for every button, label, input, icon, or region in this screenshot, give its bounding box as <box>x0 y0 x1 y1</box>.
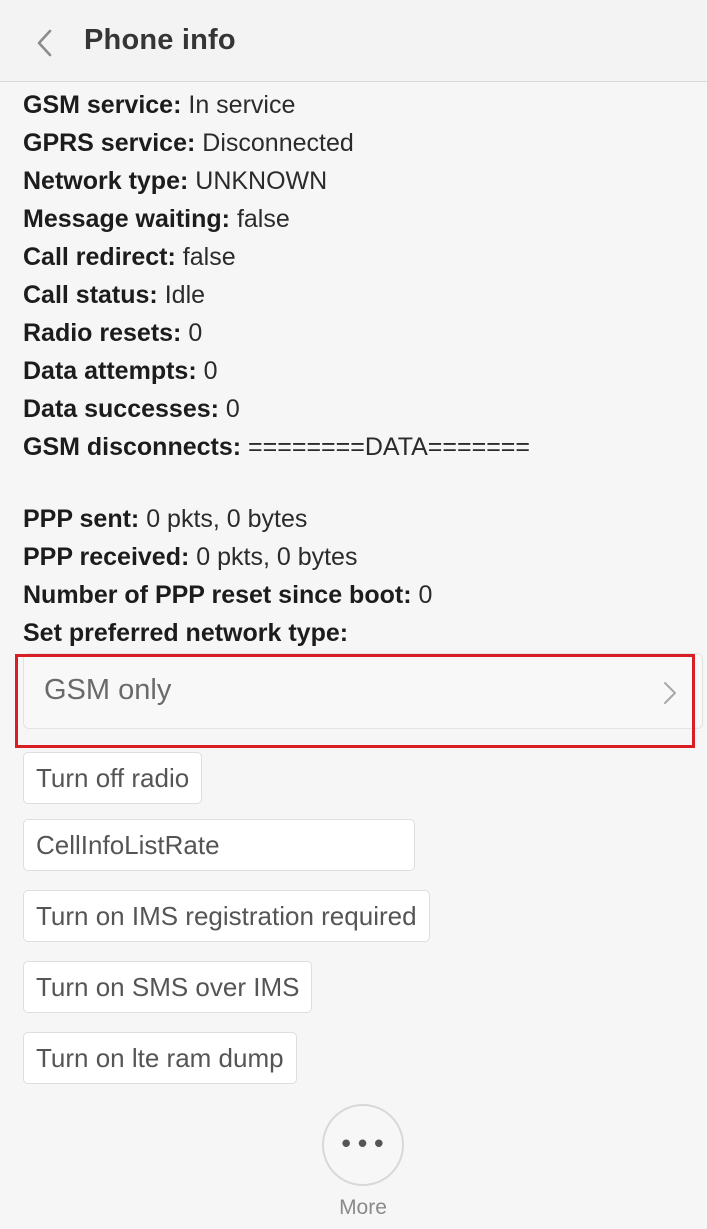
info-label: Network type: <box>23 167 189 195</box>
info-value: false <box>236 205 290 233</box>
info-label: Set preferred network type: <box>23 619 349 647</box>
info-value: Disconnected <box>202 129 354 157</box>
info-value: Idle <box>164 281 206 309</box>
info-row-data-successes: Data successes: 0 <box>23 390 703 428</box>
sms-over-ims-button[interactable]: Turn on SMS over IMS <box>23 961 313 1013</box>
info-row-call-status: Call status: Idle <box>23 276 703 314</box>
info-value: UNKNOWN <box>195 167 328 195</box>
title-bar: Phone info <box>0 0 707 82</box>
info-row-gsm-service: GSM service: In service <box>23 86 703 124</box>
info-value: 0 <box>418 581 433 609</box>
info-label: PPP sent: <box>23 505 140 533</box>
cell-info-list-rate-button[interactable]: CellInfoListRate <box>23 819 415 871</box>
info-label: GSM service: <box>23 91 182 119</box>
info-row-radio-resets: Radio resets: 0 <box>23 314 703 352</box>
phone-info-list: GSM service: In service GPRS service: Di… <box>23 86 703 652</box>
info-row-data-attempts: Data attempts: 0 <box>23 352 703 390</box>
back-arrow-icon[interactable] <box>30 26 60 60</box>
info-row-ppp-reset-count: Number of PPP reset since boot: 0 <box>23 576 703 614</box>
info-row-preferred-network-label: Set preferred network type: <box>23 614 703 652</box>
info-row-ppp-received: PPP received: 0 pkts, 0 bytes <box>23 538 703 576</box>
info-label: Data successes: <box>23 395 219 423</box>
more-button[interactable]: ••• <box>322 1104 404 1186</box>
info-value: In service <box>188 91 296 119</box>
selection-highlight-box <box>15 654 695 748</box>
info-value: 0 <box>225 395 240 423</box>
info-label: PPP received: <box>23 543 190 571</box>
more-label: More <box>339 1196 387 1219</box>
info-row-message-waiting: Message waiting: false <box>23 200 703 238</box>
info-value: false <box>182 243 236 271</box>
info-value: ========DATA======= <box>248 433 531 461</box>
info-row-ppp-sent: PPP sent: 0 pkts, 0 bytes <box>23 500 703 538</box>
info-row-network-type: Network type: UNKNOWN <box>23 162 703 200</box>
info-label: Number of PPP reset since boot: <box>23 581 412 609</box>
info-label: Call redirect: <box>23 243 176 271</box>
info-label: Radio resets: <box>23 319 182 347</box>
info-label: GPRS service: <box>23 129 196 157</box>
info-value: 0 pkts, 0 bytes <box>146 505 308 533</box>
info-row-gsm-disconnects: GSM disconnects: ========DATA======= <box>23 428 703 466</box>
ims-registration-button[interactable]: Turn on IMS registration required <box>23 890 430 942</box>
info-row-call-redirect: Call redirect: false <box>23 238 703 276</box>
info-label: Message waiting: <box>23 205 230 233</box>
info-label: Data attempts: <box>23 357 197 385</box>
info-label: GSM disconnects: <box>23 433 242 461</box>
more-dots-icon: ••• <box>338 1130 388 1160</box>
phone-info-screen: Phone info GSM service: In service GPRS … <box>0 0 707 1229</box>
page-title: Phone info <box>84 24 236 56</box>
info-row-gprs-service: GPRS service: Disconnected <box>23 124 703 162</box>
info-value: 0 pkts, 0 bytes <box>196 543 358 571</box>
turn-off-radio-button[interactable]: Turn off radio <box>23 752 203 804</box>
info-value: 0 <box>203 357 218 385</box>
info-label: Call status: <box>23 281 158 309</box>
info-value: 0 <box>188 319 203 347</box>
lte-ram-dump-button[interactable]: Turn on lte ram dump <box>23 1032 297 1084</box>
